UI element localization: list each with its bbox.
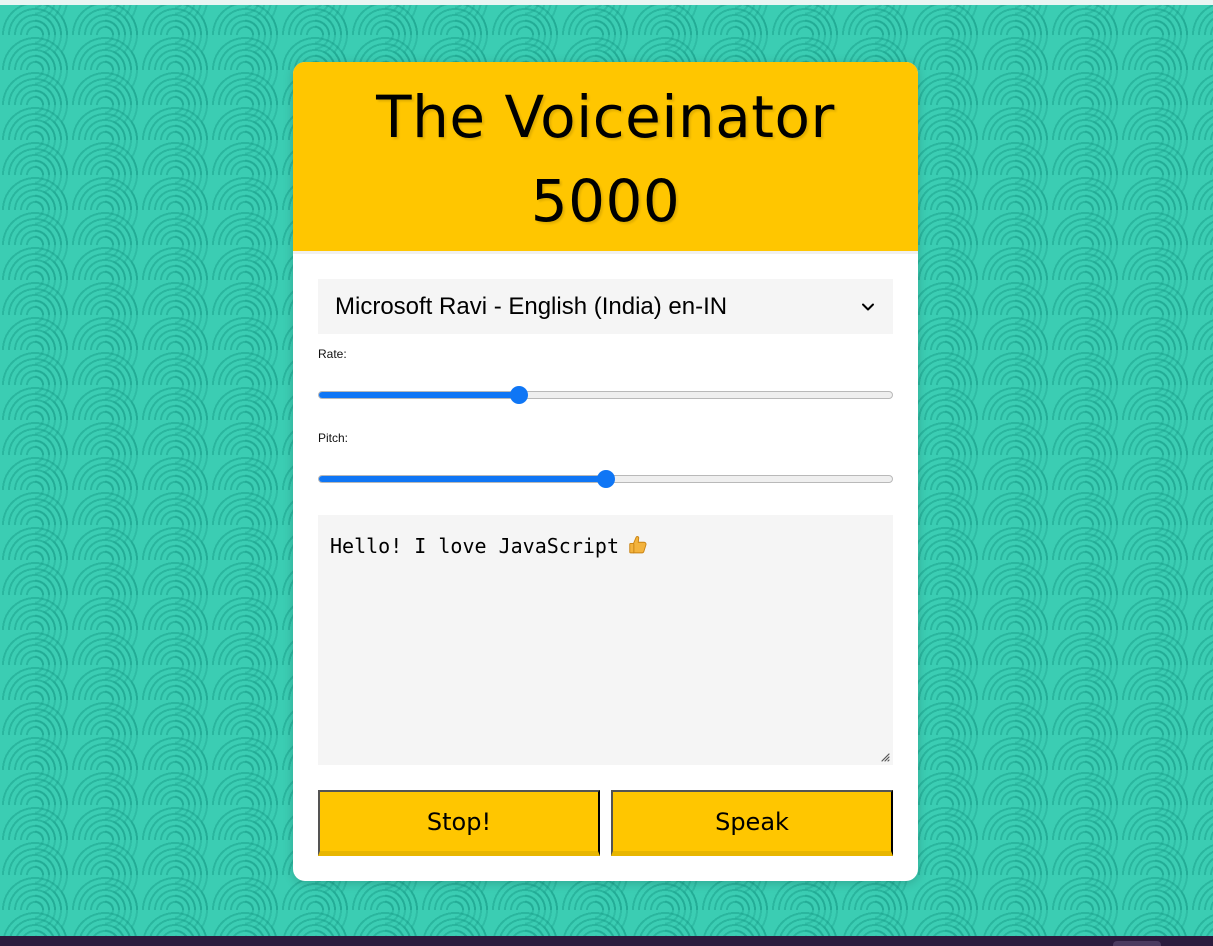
rate-slider[interactable] — [318, 385, 893, 405]
app-title: The Voiceinator 5000 — [376, 83, 835, 235]
thumbs-up-icon — [629, 536, 647, 554]
pitch-label: Pitch: — [318, 431, 349, 445]
top-strip — [0, 0, 1213, 5]
bottom-bar — [0, 936, 1213, 946]
rate-slider-fill — [319, 392, 520, 398]
voiceinator-card: The Voiceinator 5000 Microsoft Ravi - En… — [293, 62, 918, 881]
voice-select[interactable]: Microsoft Ravi - English (India) en-IN — [318, 279, 893, 334]
message-textarea[interactable]: Hello! I love JavaScript — [318, 515, 893, 765]
pitch-slider[interactable] — [318, 469, 893, 489]
stop-button[interactable]: Stop! — [318, 790, 600, 856]
pitch-slider-thumb[interactable] — [596, 470, 615, 488]
chevron-down-icon — [862, 303, 874, 310]
voice-select-value: Microsoft Ravi - English (India) en-IN — [335, 292, 728, 320]
message-text: Hello! I love JavaScript — [330, 534, 619, 558]
speak-button[interactable]: Speak — [611, 790, 893, 856]
rate-slider-track — [318, 391, 893, 399]
rate-slider-thumb[interactable] — [510, 386, 529, 404]
header: The Voiceinator 5000 — [293, 62, 918, 251]
resize-grip-icon[interactable] — [880, 752, 890, 762]
rate-label: Rate: — [318, 347, 347, 361]
bottom-bar-pill — [1113, 941, 1161, 946]
pitch-slider-fill — [319, 476, 606, 482]
